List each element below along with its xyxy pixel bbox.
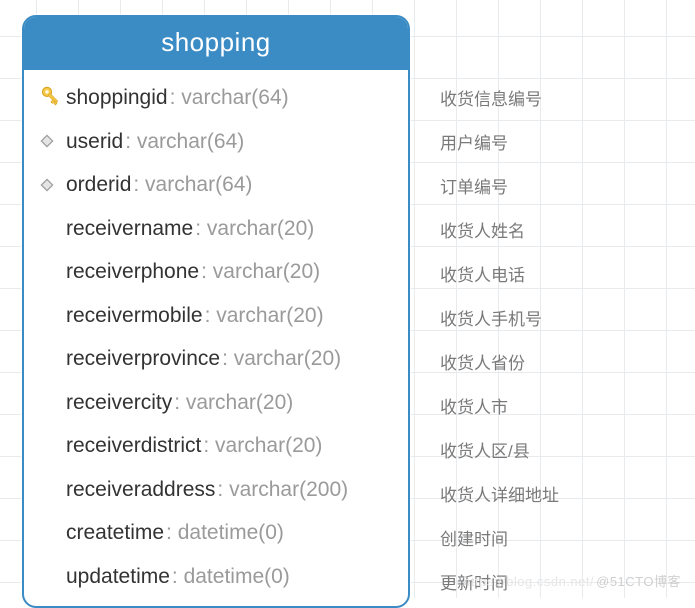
field-name: orderid [66,169,131,201]
field-icon-slot [32,305,62,325]
field-label: 订单编号 [434,163,559,207]
field-row: createtime: datetime(0) [24,511,408,555]
field-icon-slot [32,523,62,543]
no-icon [33,349,61,369]
no-icon [33,305,61,325]
field-icon-slot [32,566,62,586]
field-label: 收货人手机号 [434,295,559,339]
no-icon [33,523,61,543]
field-type: : datetime(0) [166,517,284,549]
field-name: receiverphone [66,256,199,288]
watermark: https://blog.csdn.net/@51CTO博客 [463,571,681,590]
field-name: createtime [66,517,164,549]
field-name: receiveraddress [66,474,215,506]
field-label: 收货人电话 [434,251,559,295]
field-label: 创建时间 [434,515,559,559]
no-icon [33,218,61,238]
field-row: orderid: varchar(64) [24,163,408,207]
field-icon-slot [32,262,62,282]
field-name: receivercity [66,387,172,419]
field-name: updatetime [66,561,170,593]
field-icon-slot [32,218,62,238]
field-type: : varchar(64) [170,82,289,114]
no-icon [33,436,61,456]
watermark-handle: @51CTO博客 [596,574,681,589]
field-label: 收货人市 [434,383,559,427]
field-row: receiverdistrict: varchar(20) [24,424,408,468]
field-name: userid [66,126,123,158]
key-icon [34,85,60,111]
field-name: receiverdistrict [66,430,201,462]
field-row: receivername: varchar(20) [24,207,408,251]
diamond-icon [37,175,57,195]
field-type: : varchar(20) [203,430,322,462]
entity-fields-list: shoppingid: varchar(64)userid: varchar(6… [24,70,408,606]
no-icon [33,479,61,499]
field-label: 收货人姓名 [434,207,559,251]
field-icon-slot [32,436,62,456]
field-icon-slot [32,479,62,499]
entity-title: shopping [24,17,408,70]
field-label: 收货人区/县 [434,427,559,471]
field-type: : varchar(20) [174,387,293,419]
field-icon-slot [32,392,62,412]
field-type: : varchar(20) [201,256,320,288]
field-type: : varchar(200) [217,474,348,506]
field-row: receivercity: varchar(20) [24,381,408,425]
field-type: : varchar(20) [222,343,341,375]
field-type: : varchar(64) [133,169,252,201]
field-icon-slot [32,131,62,151]
field-row: updatetime: datetime(0) [24,555,408,599]
field-type: : varchar(20) [205,300,324,332]
field-name: receiverprovince [66,343,220,375]
field-row: receiveraddress: varchar(200) [24,468,408,512]
field-label: 收货信息编号 [434,75,559,119]
diagram-container: shopping shoppingid: varchar(64)userid: … [0,0,695,608]
field-icon-slot [32,85,62,111]
diamond-icon [37,131,57,151]
field-type: : varchar(64) [125,126,244,158]
entity-table-shopping: shopping shoppingid: varchar(64)userid: … [22,15,410,608]
no-icon [33,392,61,412]
field-row: receiverprovince: varchar(20) [24,337,408,381]
field-name: shoppingid [66,82,168,114]
field-icon-slot [32,175,62,195]
field-row: receivermobile: varchar(20) [24,294,408,338]
field-type: : datetime(0) [172,561,290,593]
no-icon [33,566,61,586]
field-name: receivername [66,213,193,245]
field-name: receivermobile [66,300,203,332]
field-row: receiverphone: varchar(20) [24,250,408,294]
field-labels-column: 收货信息编号用户编号订单编号收货人姓名收货人电话收货人手机号收货人省份收货人市收… [434,15,559,603]
field-row: shoppingid: varchar(64) [24,76,408,120]
field-type: : varchar(20) [195,213,314,245]
field-icon-slot [32,349,62,369]
field-label: 收货人详细地址 [434,471,559,515]
no-icon [33,262,61,282]
field-label: 用户编号 [434,119,559,163]
watermark-url: https://blog.csdn.net/ [463,574,594,589]
field-label: 收货人省份 [434,339,559,383]
field-row: userid: varchar(64) [24,120,408,164]
